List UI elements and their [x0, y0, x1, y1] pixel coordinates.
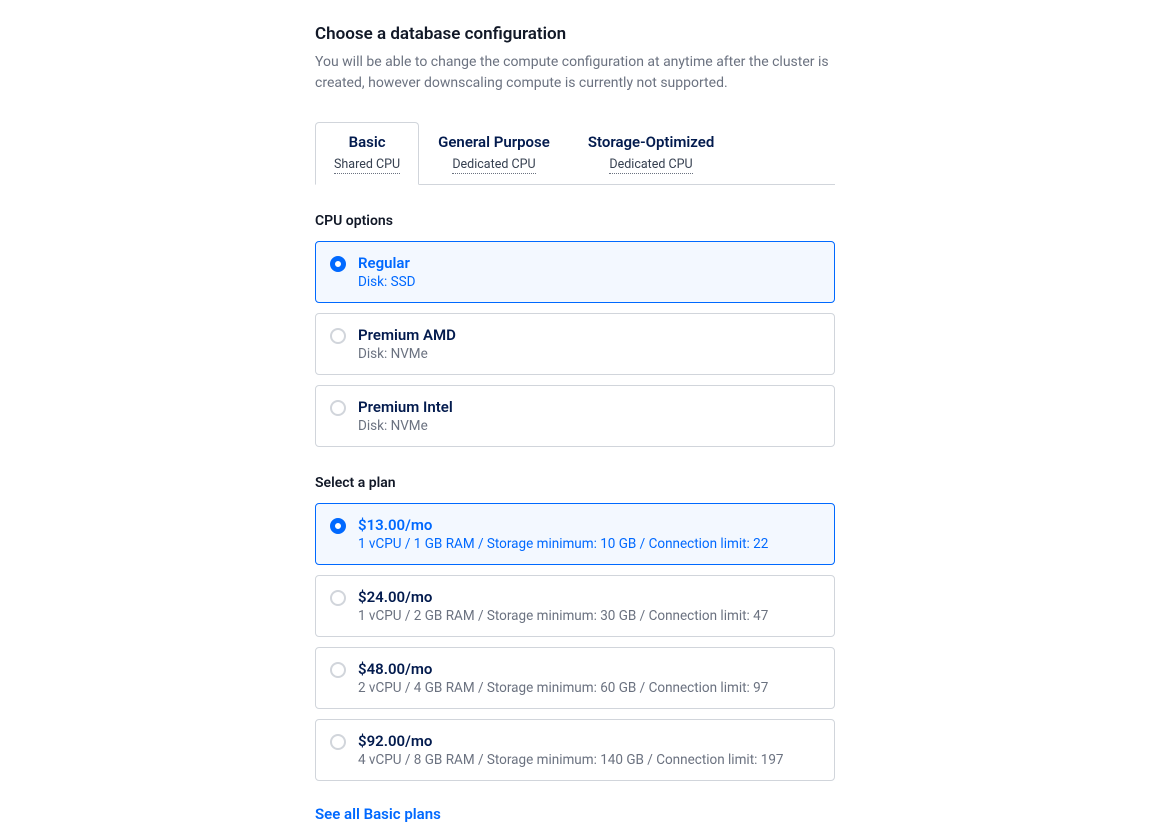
- plan-option-1[interactable]: $24.00/mo 1 vCPU / 2 GB RAM / Storage min…: [315, 575, 835, 637]
- cpu-option-desc: Disk: SSD: [358, 274, 820, 290]
- config-tabs: Basic Shared CPU General Purpose Dedicated …: [315, 122, 835, 185]
- tab-basic[interactable]: Basic Shared CPU: [315, 122, 419, 185]
- radio-icon: [330, 400, 346, 416]
- radio-icon: [330, 734, 346, 750]
- page-subtitle: You will be able to change the compute c…: [315, 52, 835, 94]
- cpu-option-desc: Disk: NVMe: [358, 418, 820, 434]
- plan-details: 1 vCPU / 2 GB RAM / Storage minimum: 30 …: [358, 608, 820, 624]
- radio-icon: [330, 590, 346, 606]
- plan-option-0[interactable]: $13.00/mo 1 vCPU / 1 GB RAM / Storage min…: [315, 503, 835, 565]
- radio-icon: [330, 662, 346, 678]
- cpu-option-desc: Disk: NVMe: [358, 346, 820, 362]
- radio-icon: [330, 256, 346, 272]
- tab-title: Storage-Optimized: [588, 133, 714, 151]
- plan-price: $48.00/mo: [358, 660, 820, 678]
- cpu-option-title: Premium Intel: [358, 398, 820, 416]
- tab-subtitle: Dedicated CPU: [452, 157, 535, 174]
- cpu-option-premium-intel[interactable]: Premium Intel Disk: NVMe: [315, 385, 835, 447]
- cpu-option-title: Premium AMD: [358, 326, 820, 344]
- tab-title: General Purpose: [438, 133, 550, 151]
- plan-price: $92.00/mo: [358, 732, 820, 750]
- page-title: Choose a database configuration: [315, 24, 835, 44]
- cpu-options-label: CPU options: [315, 213, 835, 229]
- plan-details: 4 vCPU / 8 GB RAM / Storage minimum: 140…: [358, 752, 820, 768]
- tab-storage-optimized[interactable]: Storage-Optimized Dedicated CPU: [569, 122, 733, 185]
- cpu-options-section: CPU options Regular Disk: SSD Premium AMD D…: [315, 213, 835, 447]
- plan-option-3[interactable]: $92.00/mo 4 vCPU / 8 GB RAM / Storage min…: [315, 719, 835, 781]
- plans-section: Select a plan $13.00/mo 1 vCPU / 1 GB RAM…: [315, 475, 835, 781]
- cpu-option-premium-amd[interactable]: Premium AMD Disk: NVMe: [315, 313, 835, 375]
- tab-general-purpose[interactable]: General Purpose Dedicated CPU: [419, 122, 569, 185]
- plan-price: $13.00/mo: [358, 516, 820, 534]
- plans-label: Select a plan: [315, 475, 835, 491]
- see-all-plans-link[interactable]: See all Basic plans: [315, 805, 441, 823]
- tab-subtitle: Shared CPU: [334, 157, 400, 174]
- cpu-option-regular[interactable]: Regular Disk: SSD: [315, 241, 835, 303]
- plan-details: 1 vCPU / 1 GB RAM / Storage minimum: 10 …: [358, 536, 820, 552]
- plan-option-2[interactable]: $48.00/mo 2 vCPU / 4 GB RAM / Storage min…: [315, 647, 835, 709]
- cpu-option-title: Regular: [358, 254, 820, 272]
- tab-subtitle: Dedicated CPU: [609, 157, 692, 174]
- plan-price: $24.00/mo: [358, 588, 820, 606]
- radio-icon: [330, 328, 346, 344]
- plan-details: 2 vCPU / 4 GB RAM / Storage minimum: 60 …: [358, 680, 820, 696]
- radio-icon: [330, 518, 346, 534]
- tab-title: Basic: [334, 133, 400, 151]
